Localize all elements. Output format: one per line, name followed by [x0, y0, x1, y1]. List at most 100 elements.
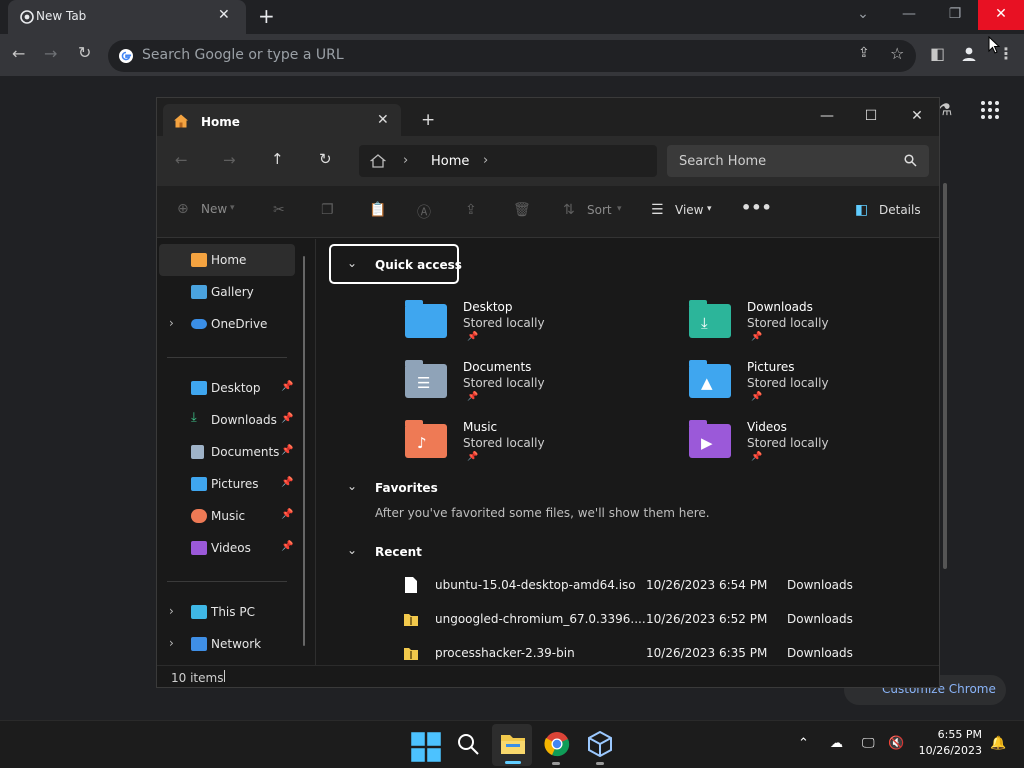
refresh-icon[interactable]: ↻ [319, 150, 332, 168]
onedrive-status-icon[interactable]: ☁ [830, 736, 843, 751]
chrome-taskbar-icon[interactable] [544, 731, 570, 757]
quick-access-documents[interactable]: ☰ Documents Stored locally 📌 [405, 360, 665, 416]
file-explorer-icon[interactable] [500, 732, 526, 756]
network-monitor-icon[interactable]: 🖵 [862, 736, 875, 751]
reload-icon[interactable]: ↻ [78, 43, 91, 62]
share-icon[interactable]: ⇪ [465, 202, 477, 218]
side-panel-icon[interactable]: ◧ [930, 44, 945, 63]
chevron-down-icon[interactable]: ⌄ [347, 543, 357, 557]
explorer-new-tab-button[interactable]: + [421, 110, 435, 130]
chrome-menu-icon[interactable]: ⋮ [998, 44, 1014, 63]
sidebar-item-pictures[interactable]: Pictures 📌 [159, 468, 295, 500]
explorer-minimize-button[interactable]: — [805, 102, 849, 130]
recent-header[interactable]: Recent [375, 545, 422, 559]
cut-icon[interactable]: ✂ [273, 202, 285, 218]
clock-date[interactable]: 10/26/2023 [916, 744, 982, 757]
downloads-folder-icon: ⤓ [689, 300, 731, 338]
desktop-icon [191, 381, 207, 395]
new-tab-button[interactable]: + [258, 4, 275, 28]
volume-muted-icon[interactable]: 🔇 [888, 736, 904, 751]
virtualbox-cube-icon[interactable] [588, 731, 612, 757]
close-tab-icon[interactable]: ✕ [218, 7, 230, 23]
sidebar-item-label: Videos [211, 541, 251, 555]
quick-access-downloads[interactable]: ⤓ Downloads Stored locally 📌 [689, 300, 949, 356]
search-icon[interactable] [904, 154, 917, 167]
breadcrumb-home[interactable]: Home [431, 154, 469, 169]
details-button[interactable]: Details [879, 203, 921, 217]
explorer-tab-home[interactable] [163, 104, 401, 136]
search-icon[interactable] [456, 732, 480, 756]
windows-start-icon[interactable] [410, 731, 442, 763]
chevron-down-icon[interactable]: ⌄ [347, 256, 357, 270]
quick-access-music[interactable]: ♪ Music Stored locally 📌 [405, 420, 665, 476]
recent-file-row[interactable]: ungoogled-chromium_67.0.3396.... 10/26/2… [403, 605, 863, 633]
sidebar-item-onedrive[interactable]: › OneDrive [159, 308, 295, 340]
chevron-down-icon: ▾ [707, 204, 712, 214]
details-pane-icon[interactable]: ◧ [855, 202, 868, 218]
breadcrumb-separator[interactable]: › [483, 153, 488, 168]
chevron-down-icon: ▾ [230, 203, 235, 213]
favorites-header[interactable]: Favorites [375, 481, 438, 495]
sidebar-item-videos[interactable]: Videos 📌 [159, 532, 295, 564]
recent-file-row[interactable]: ubuntu-15.04-desktop-amd64.iso 10/26/202… [403, 571, 863, 599]
close-tab-icon[interactable]: ✕ [377, 112, 389, 128]
recent-file-row[interactable]: processhacker-2.39-bin 10/26/2023 6:35 P… [403, 639, 863, 667]
quick-access-pictures[interactable]: ▲ Pictures Stored locally 📌 [689, 360, 949, 416]
sidebar-scrollbar[interactable] [303, 256, 305, 646]
tab-search-dropdown-icon[interactable]: ⌄ [840, 0, 886, 30]
delete-trash-icon[interactable]: 🗑 [513, 202, 531, 218]
sidebar-item-documents[interactable]: Documents 📌 [159, 436, 295, 468]
explorer-maximize-button[interactable]: ☐ [849, 102, 893, 130]
sort-button[interactable]: Sort [587, 203, 612, 217]
back-arrow-icon[interactable]: ← [12, 44, 25, 63]
quick-access-header[interactable]: Quick access [375, 258, 462, 272]
up-arrow-icon[interactable]: ↑ [271, 150, 284, 168]
sort-icon[interactable]: ⇅ [563, 202, 575, 218]
chevron-right-icon[interactable]: › [169, 636, 174, 650]
chevron-down-icon[interactable]: ⌄ [347, 479, 357, 493]
new-plus-icon[interactable]: ⊕ [177, 201, 189, 217]
sidebar-item-network[interactable]: › Network [159, 628, 295, 660]
sidebar-item-home[interactable]: Home [159, 244, 295, 276]
chevron-right-icon[interactable]: › [169, 316, 174, 330]
show-hidden-icons-chevron-up-icon[interactable]: ⌃ [798, 736, 809, 751]
sidebar-item-music[interactable]: Music 📌 [159, 500, 295, 532]
paste-icon[interactable]: 📋 [369, 202, 386, 218]
forward-arrow-icon[interactable]: → [223, 151, 236, 169]
search-placeholder[interactable]: Search Home [679, 154, 766, 169]
quick-access-desktop[interactable]: Desktop Stored locally 📌 [405, 300, 665, 356]
notification-bell-icon[interactable]: 🔔 [990, 736, 1006, 751]
restore-button[interactable]: ❐ [932, 0, 978, 30]
sidebar-item-downloads[interactable]: ⤓ Downloads 📌 [159, 404, 295, 436]
forward-arrow-icon[interactable]: → [44, 44, 57, 63]
content-scrollbar[interactable] [943, 183, 947, 569]
view-button[interactable]: View [675, 203, 703, 217]
file-location: Downloads [787, 646, 853, 660]
share-icon[interactable]: ⇪ [858, 45, 870, 61]
quick-access-videos[interactable]: ▶ Videos Stored locally 📌 [689, 420, 949, 476]
explorer-close-button[interactable]: ✕ [895, 102, 939, 130]
tile-sub: Stored locally [463, 376, 545, 390]
omnibox-placeholder[interactable]: Search Google or type a URL [142, 47, 344, 63]
labs-flask-icon[interactable]: ⚗ [938, 100, 952, 119]
close-window-button[interactable]: ✕ [978, 0, 1024, 30]
copy-icon[interactable]: ❐ [321, 202, 334, 218]
new-button[interactable]: New [201, 202, 227, 216]
chevron-right-icon[interactable]: › [169, 604, 174, 618]
profile-avatar-icon[interactable] [961, 46, 977, 62]
address-home-icon[interactable] [370, 153, 386, 169]
breadcrumb-separator[interactable]: › [403, 153, 408, 168]
tile-name: Documents [463, 360, 532, 374]
google-apps-grid-icon[interactable] [980, 100, 1000, 120]
more-options-button[interactable]: ••• [741, 198, 772, 217]
rename-icon[interactable]: Ⓐ [417, 202, 431, 222]
minimize-button[interactable]: — [886, 0, 932, 30]
clock-time[interactable]: 6:55 PM [936, 728, 982, 741]
sidebar-item-gallery[interactable]: Gallery [159, 276, 295, 308]
bookmark-star-icon[interactable]: ☆ [890, 44, 904, 63]
back-arrow-icon[interactable]: ← [175, 151, 188, 169]
view-list-icon[interactable]: ☰ [651, 202, 664, 218]
sidebar-item-this-pc[interactable]: › This PC [159, 596, 295, 628]
pin-icon: 📌 [467, 452, 479, 462]
sidebar-item-desktop[interactable]: Desktop 📌 [159, 372, 295, 404]
